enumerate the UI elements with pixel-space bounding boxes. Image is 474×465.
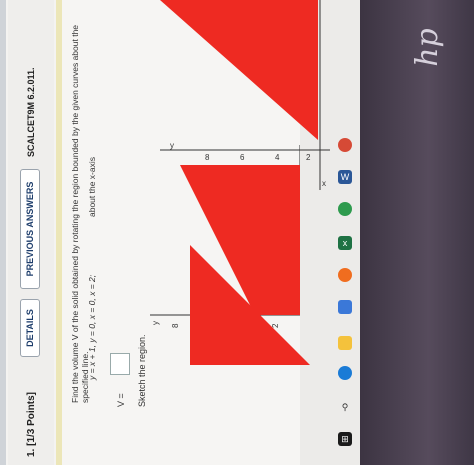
laptop-bezel [360,0,474,465]
chrome-icon-2[interactable] [338,138,352,152]
search-icon[interactable]: ⚲ [338,400,352,414]
photo-background: 1. [1/3 Points] DETAILS PREVIOUS ANSWERS… [0,0,474,465]
graph-right-tick-2: 2 [306,153,311,162]
graph-right-tick-8: 8 [205,153,210,162]
hp-logo: hp [409,28,445,67]
graph-right-region-bottom [190,245,310,365]
graph-right-region-top [160,0,318,140]
store-icon[interactable] [338,300,352,314]
firefox-icon[interactable] [338,268,352,282]
taskbar-strip [330,0,360,465]
windows-icon[interactable]: ⊞ [338,432,352,446]
graph-right-y-label: y [170,141,174,150]
edge-icon[interactable] [338,366,352,380]
chrome-icon[interactable] [338,202,352,216]
word-icon[interactable]: W [338,170,352,184]
graph-right-x-label: x [322,179,326,188]
graph-right-tick-6: 6 [240,153,245,162]
graph-right[interactable]: y x 8 6 4 2 [160,0,330,365]
excel-icon[interactable]: x [338,236,352,250]
file-explorer-icon[interactable] [338,336,352,350]
graph-right-tick-4: 4 [275,153,280,162]
